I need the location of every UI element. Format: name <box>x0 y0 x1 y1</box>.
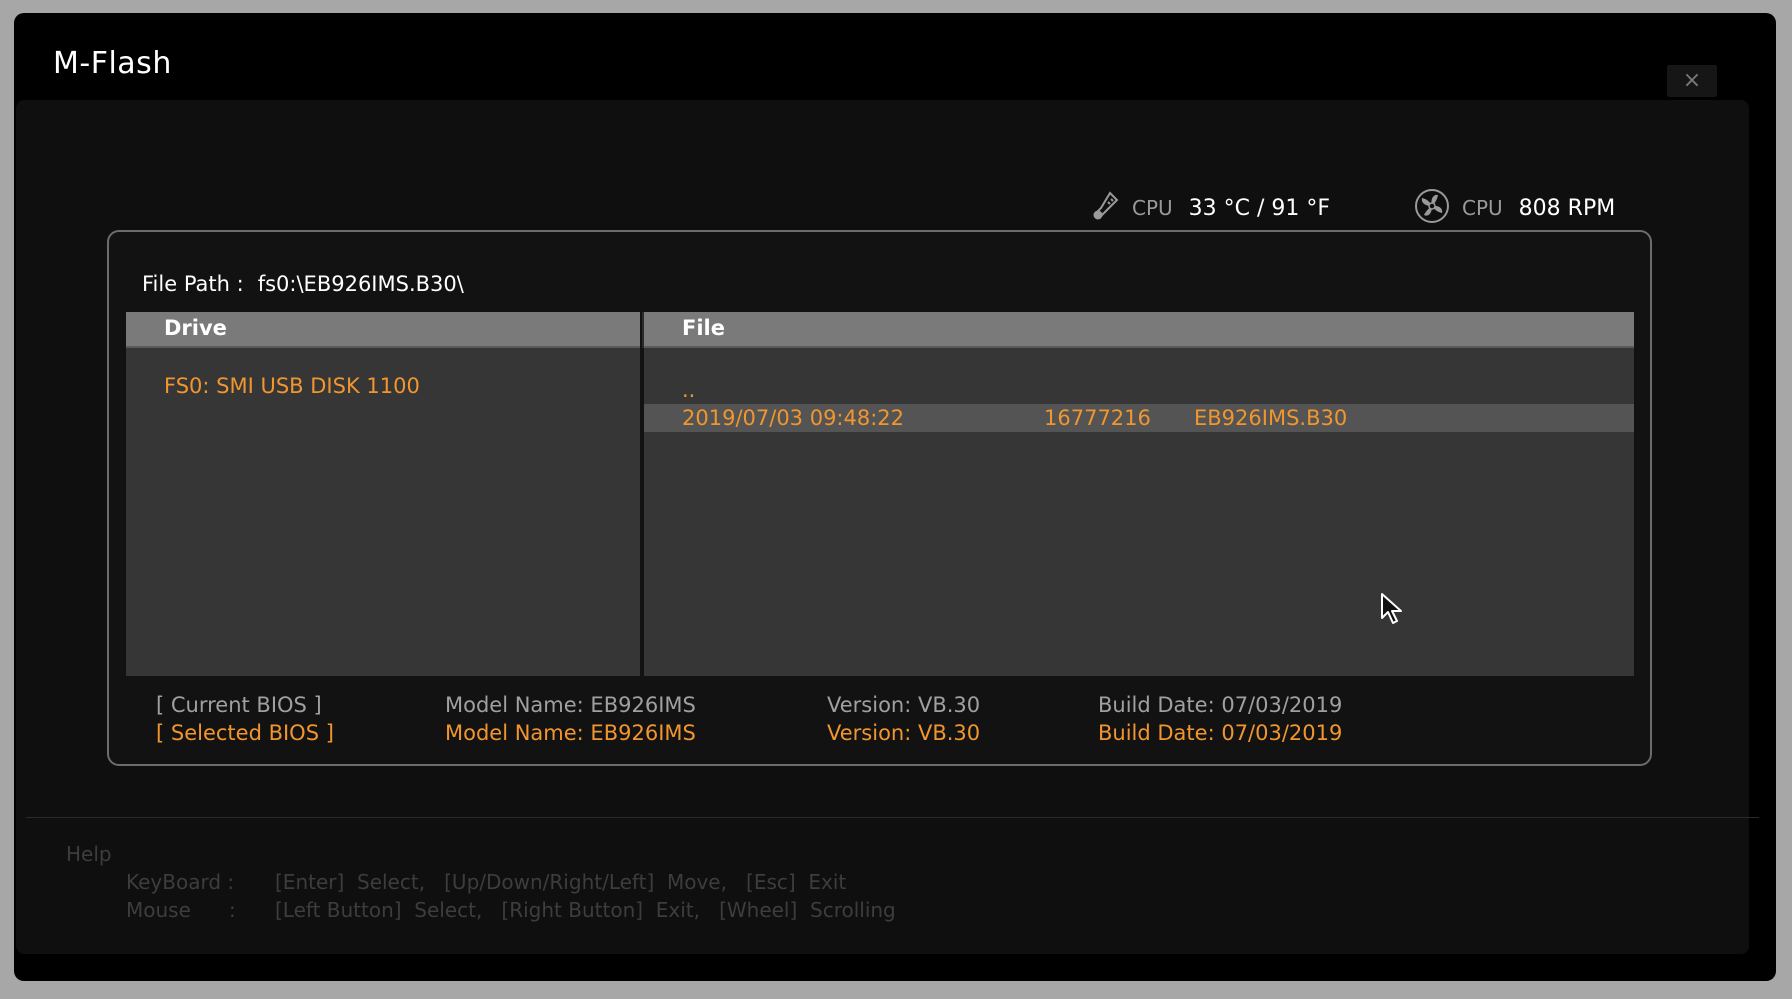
selected-bios-model: Model Name: EB926IMS <box>445 721 696 745</box>
help-keyboard-text: [Enter] Select, [Up/Down/Right/Left] Mov… <box>275 870 847 894</box>
help-title: Help <box>66 842 112 866</box>
selected-bios-label: [ Selected BIOS ] <box>156 721 334 745</box>
window-title: M-Flash <box>53 46 172 81</box>
drive-list[interactable]: Drive FS0: SMI USB DISK 1100 <box>126 312 640 676</box>
file-path-label: File Path : <box>142 272 244 296</box>
mouse-cursor-icon <box>1380 592 1408 630</box>
file-column-header: File <box>644 312 1634 348</box>
thermometer-icon <box>1090 189 1124 227</box>
file-item[interactable]: 2019/07/03 09:48:22 16777216 EB926IMS.B3… <box>644 404 1634 432</box>
current-bios-model: Model Name: EB926IMS <box>445 693 696 717</box>
help-divider <box>26 817 1759 818</box>
current-bios-version: Version: VB.30 <box>827 693 981 717</box>
cpu-temperature-readout: CPU 33 °C / 91 °F <box>1090 186 1330 230</box>
cpu-temp-label: CPU <box>1132 196 1173 220</box>
cpu-fan-value: 808 RPM <box>1518 195 1616 221</box>
file-path-value: fs0:\EB926IMS.B30\ <box>257 272 464 296</box>
parent-directory-item[interactable]: .. <box>644 376 1634 404</box>
cpu-fan-readout: CPU 808 RPM <box>1410 186 1615 230</box>
file-path: File Path : fs0:\EB926IMS.B30\ <box>142 272 464 296</box>
drive-column-header: Drive <box>126 312 640 348</box>
file-name: EB926IMS.B30 <box>1194 406 1348 430</box>
file-datetime: 2019/07/03 09:48:22 <box>682 406 905 430</box>
fan-icon <box>1410 188 1454 228</box>
selected-bios-build-date: Build Date: 07/03/2019 <box>1098 721 1343 745</box>
cpu-fan-label: CPU <box>1462 196 1503 220</box>
drive-item-fs0[interactable]: FS0: SMI USB DISK 1100 <box>164 374 420 398</box>
selected-bios-version: Version: VB.30 <box>827 721 981 745</box>
file-size: 16777216 <box>1044 406 1151 430</box>
parent-directory-label: .. <box>682 378 696 402</box>
current-bios-label: [ Current BIOS ] <box>156 693 322 717</box>
help-keyboard-label: KeyBoard : <box>126 870 235 894</box>
file-list[interactable]: File .. 2019/07/03 09:48:22 16777216 EB9… <box>644 312 1634 676</box>
current-bios-build-date: Build Date: 07/03/2019 <box>1098 693 1343 717</box>
close-button[interactable]: × <box>1667 65 1717 97</box>
cpu-temp-value: 33 °C / 91 °F <box>1188 195 1331 221</box>
help-mouse-label: Mouse : <box>126 898 236 922</box>
help-mouse-text: [Left Button] Select, [Right Button] Exi… <box>275 898 896 922</box>
